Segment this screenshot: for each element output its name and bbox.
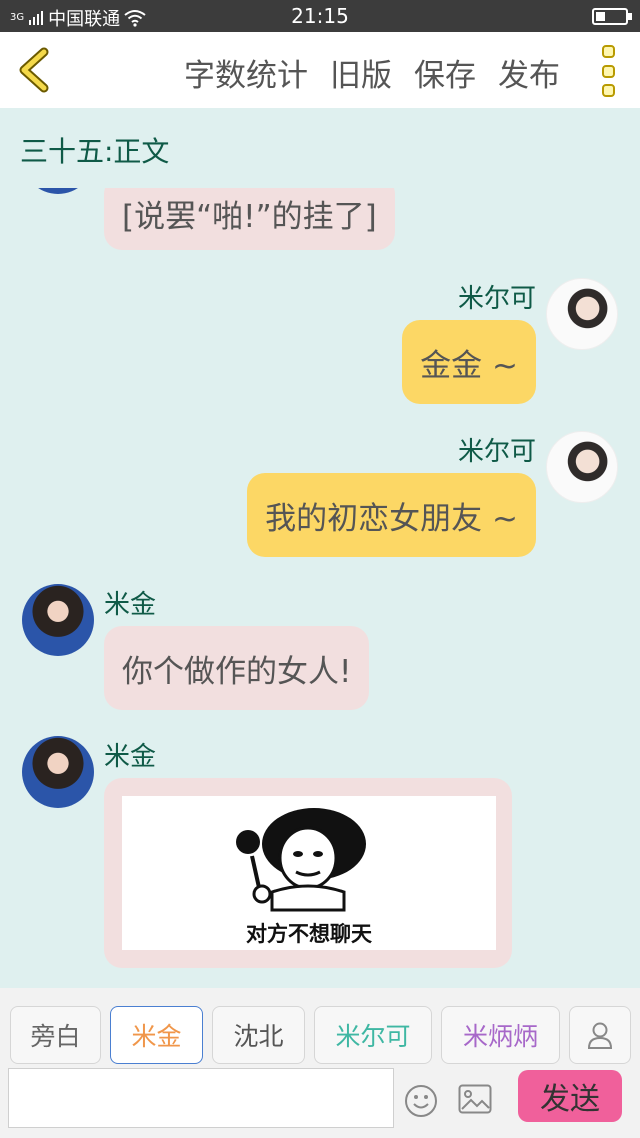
send-button[interactable]: 发送 xyxy=(518,1070,622,1122)
role-shenbei[interactable]: 沈北 xyxy=(212,1006,305,1064)
role-label: 米炳炳 xyxy=(462,1022,538,1051)
chevron-left-icon xyxy=(19,47,49,93)
message-bubble: 金金 ~ xyxy=(402,320,536,404)
person-icon xyxy=(587,1022,613,1049)
sender-name: 米尔可 xyxy=(457,284,536,314)
meme-face-icon xyxy=(236,808,366,912)
avatar[interactable] xyxy=(546,431,618,503)
sender-name: 米金 xyxy=(104,742,157,772)
message-item: 米尔可 金金 ~ xyxy=(0,278,640,408)
role-narrator[interactable]: 旁白 xyxy=(10,1006,101,1064)
clock: 21:15 xyxy=(291,4,349,28)
message-item: 米金 对方不想聊天 xyxy=(0,736,640,976)
emoji-button[interactable] xyxy=(404,1084,438,1118)
header-actions: 字数统计 旧版 保存 发布 xyxy=(184,50,560,95)
message-bubble: [说罢“啪!”的挂了] xyxy=(104,188,395,250)
back-button[interactable] xyxy=(12,46,60,94)
image-icon xyxy=(458,1084,492,1114)
role-label: 米尔可 xyxy=(335,1022,411,1051)
message-bubble: 我的初恋女朋友 ~ xyxy=(247,473,536,557)
emoji-icon xyxy=(405,1085,437,1117)
message-bubble: 你个做作的女人! xyxy=(104,626,370,710)
role-mibingbing[interactable]: 米炳炳 xyxy=(441,1006,560,1064)
sticker-caption: 对方不想聊天 xyxy=(246,922,372,946)
add-role-button[interactable] xyxy=(569,1006,631,1064)
top-bar: 字数统计 旧版 保存 发布 xyxy=(0,32,640,108)
sticker-bubble[interactable]: 对方不想聊天 xyxy=(104,778,512,968)
role-selector: 旁白 米金 沈北 米尔可 米炳炳 xyxy=(0,1006,640,1066)
sender-name: 米尔可 xyxy=(457,437,536,467)
chapter-title: 三十五:正文 xyxy=(20,135,170,168)
message-item: 米尔可 我的初恋女朋友 ~ xyxy=(0,431,640,561)
more-vertical-icon[interactable] xyxy=(598,45,618,97)
sticker-image: 对方不想聊天 xyxy=(122,796,496,950)
status-bar: 3G 中国联通 21:15 xyxy=(0,0,640,32)
bottom-panel: 旁白 米金 沈北 米尔可 米炳炳 发送 xyxy=(0,988,640,1138)
role-mijin[interactable]: 米金 xyxy=(110,1006,203,1064)
avatar[interactable] xyxy=(22,188,94,194)
sender-name: 米金 xyxy=(104,590,157,620)
image-button[interactable] xyxy=(458,1084,492,1114)
avatar[interactable] xyxy=(22,736,94,808)
battery-icon xyxy=(592,8,632,25)
chat-area[interactable]: [说罢“啪!”的挂了] 米尔可 金金 ~ 米尔可 我的初恋女朋友 ~ 米金 你个… xyxy=(0,188,640,988)
role-label: 米金 xyxy=(131,1022,182,1051)
word-count-button[interactable]: 字数统计 xyxy=(184,50,308,95)
publish-button[interactable]: 发布 xyxy=(498,50,560,95)
role-label: 沈北 xyxy=(233,1022,284,1051)
avatar[interactable] xyxy=(22,584,94,656)
role-mierke[interactable]: 米尔可 xyxy=(314,1006,432,1064)
avatar[interactable] xyxy=(546,278,618,350)
message-item: [说罢“啪!”的挂了] xyxy=(0,188,640,252)
message-item: 米金 你个做作的女人! xyxy=(0,584,640,714)
old-version-button[interactable]: 旧版 xyxy=(330,50,392,95)
message-input[interactable] xyxy=(8,1068,394,1128)
save-button[interactable]: 保存 xyxy=(414,50,476,95)
role-label: 旁白 xyxy=(30,1022,81,1051)
